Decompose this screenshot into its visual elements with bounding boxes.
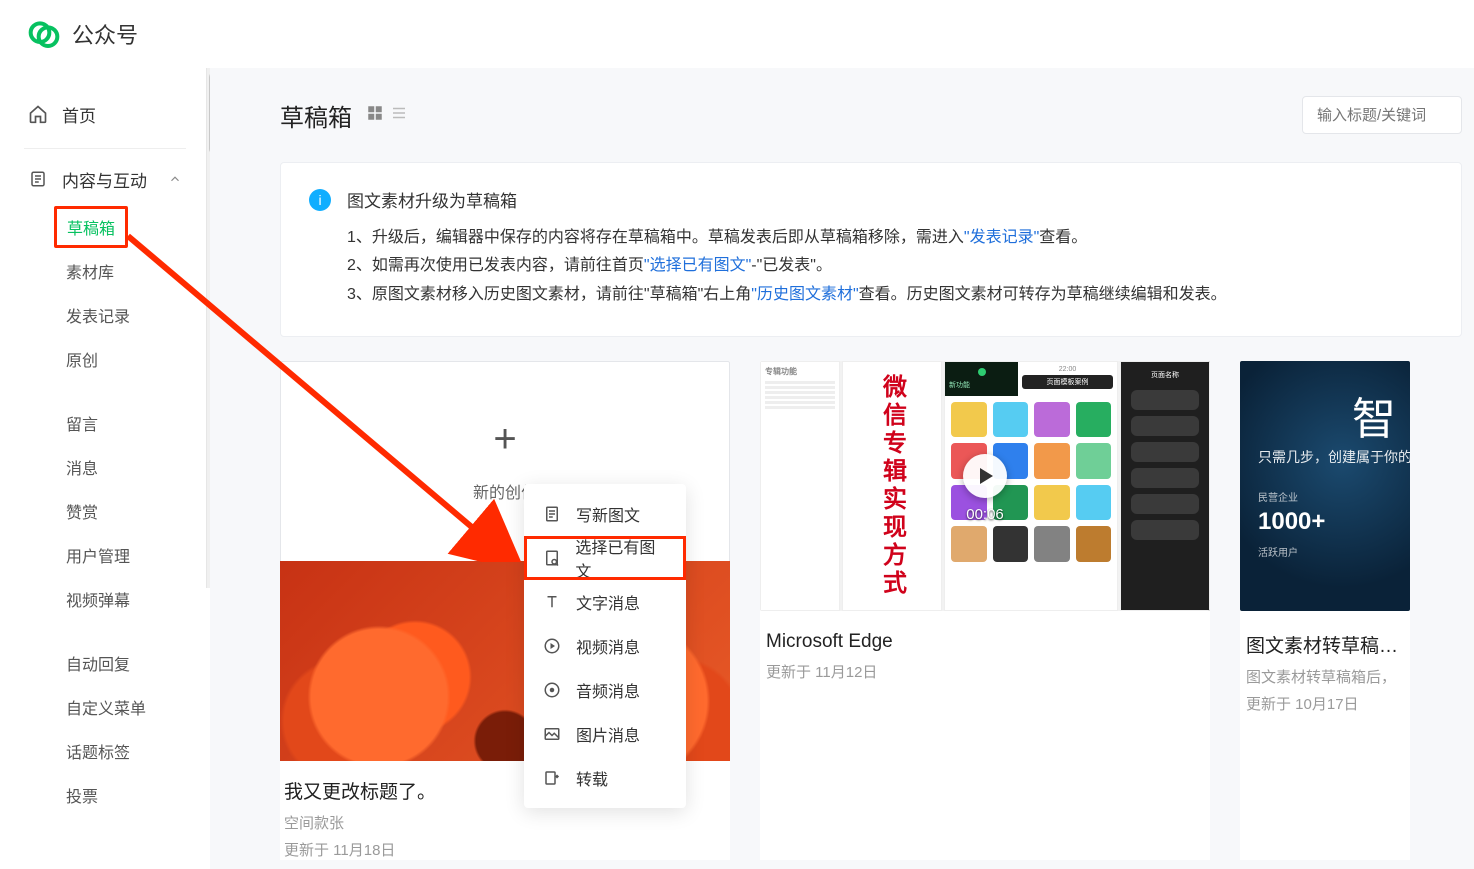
nav-section-content-label: 内容与互动 bbox=[62, 167, 147, 192]
audio-icon bbox=[542, 681, 562, 699]
menu-text-msg[interactable]: 文字消息 bbox=[524, 580, 686, 624]
video-duration: 00:06 bbox=[966, 506, 1004, 523]
draft1-subtitle: 空间款张 bbox=[284, 812, 726, 833]
nav-rewards-label: 赞赏 bbox=[66, 499, 98, 523]
nav-video-danmu-label: 视频弹幕 bbox=[66, 587, 130, 611]
nav-drafts[interactable]: 草稿箱 bbox=[0, 205, 210, 249]
nav-drafts-label: 草稿箱 bbox=[54, 206, 128, 248]
repost-icon bbox=[542, 769, 562, 787]
nav-topic-tags-label: 话题标签 bbox=[66, 739, 130, 763]
grid-view-icon[interactable] bbox=[366, 104, 384, 127]
article-icon bbox=[542, 505, 562, 523]
nav-vote[interactable]: 投票 bbox=[0, 773, 210, 817]
draft3-cover: 智 只需几步，创建属于你的公 民营企业 1000+ 活跃用户 bbox=[1240, 361, 1410, 611]
nav-materials[interactable]: 素材库 bbox=[0, 249, 210, 293]
link-publish-log[interactable]: "发表记录" bbox=[964, 229, 1039, 246]
nav-section-content[interactable]: 内容与互动 bbox=[0, 153, 210, 205]
menu-new-article[interactable]: 写新图文 bbox=[524, 492, 686, 536]
wechat-oa-logo-icon bbox=[28, 18, 60, 50]
play-icon[interactable] bbox=[963, 454, 1007, 498]
menu-audio-msg[interactable]: 音频消息 bbox=[524, 668, 686, 712]
draft2-time: 更新于 11月12日 bbox=[766, 661, 1204, 682]
nav-custom-menu[interactable]: 自定义菜单 bbox=[0, 685, 210, 729]
menu-image-msg-label: 图片消息 bbox=[576, 722, 640, 746]
video-icon bbox=[542, 637, 562, 655]
nav-user-mgmt[interactable]: 用户管理 bbox=[0, 533, 210, 577]
draft2-title: Microsoft Edge bbox=[766, 631, 1204, 653]
menu-audio-msg-label: 音频消息 bbox=[576, 678, 640, 702]
app-name: 公众号 bbox=[72, 18, 138, 50]
draft1-time: 更新于 11月18日 bbox=[284, 839, 726, 860]
search-input[interactable] bbox=[1317, 107, 1447, 124]
menu-pick-existing-label: 选择已有图文 bbox=[575, 534, 668, 582]
mock-red-text: 微信专辑实现方式 bbox=[875, 374, 910, 598]
card-draft-3[interactable]: 智 只需几步，创建属于你的公 民营企业 1000+ 活跃用户 图文素材转草稿箱后… bbox=[1240, 361, 1410, 860]
menu-video-msg-label: 视频消息 bbox=[576, 634, 640, 658]
draft3-stat: 1000+ bbox=[1258, 508, 1325, 536]
menu-text-msg-label: 文字消息 bbox=[576, 590, 640, 614]
draft3-subtitle: 图文素材转草稿箱后， bbox=[1246, 666, 1404, 687]
create-menu: 写新图文 选择已有图文 文字消息 视频消息 音频消息 图片消息 转载 bbox=[524, 484, 686, 808]
list-view-icon[interactable] bbox=[390, 104, 408, 127]
chevron-up-icon bbox=[168, 172, 182, 186]
menu-repost-label: 转载 bbox=[576, 766, 608, 790]
draft2-cover: 专辑功能 微信专辑实现方式 新功能 22:00 页面模板案例 bbox=[760, 361, 1210, 611]
nav-user-mgmt-label: 用户管理 bbox=[66, 543, 130, 567]
link-history-materials[interactable]: "历史图文素材" bbox=[751, 286, 858, 303]
nav-publish-log[interactable]: 发表记录 bbox=[0, 293, 210, 337]
nav-materials-label: 素材库 bbox=[66, 259, 114, 283]
plus-icon: + bbox=[493, 419, 516, 459]
nav-auto-reply-label: 自动回复 bbox=[66, 651, 130, 675]
card-draft-2[interactable]: 专辑功能 微信专辑实现方式 新功能 22:00 页面模板案例 bbox=[760, 361, 1210, 860]
home-icon bbox=[28, 104, 48, 124]
nav-custom-menu-label: 自定义菜单 bbox=[66, 695, 146, 719]
page-title: 草稿箱 bbox=[280, 98, 352, 133]
upgrade-notice: i 图文素材升级为草稿箱 1、升级后，编辑器中保存的内容将存在草稿箱中。草稿发表… bbox=[280, 162, 1462, 337]
draft3-title: 图文素材转草稿箱后 bbox=[1246, 631, 1404, 658]
nav-home[interactable]: 首页 bbox=[0, 88, 210, 140]
link-pick-existing[interactable]: "选择已有图文" bbox=[644, 257, 751, 274]
notice-title: 图文素材升级为草稿箱 bbox=[347, 187, 1227, 218]
text-icon bbox=[542, 593, 562, 611]
search-box[interactable] bbox=[1302, 96, 1462, 134]
nav-home-label: 首页 bbox=[62, 102, 96, 127]
nav-messages-label: 消息 bbox=[66, 455, 98, 479]
main: 草稿箱 i 图文素材升级为草稿箱 1、升级后，编辑器中保存的内 bbox=[210, 68, 1474, 869]
menu-image-msg[interactable]: 图片消息 bbox=[524, 712, 686, 756]
nav-auto-reply[interactable]: 自动回复 bbox=[0, 641, 210, 685]
draft3-time: 更新于 10月17日 bbox=[1246, 693, 1404, 714]
nav-comments[interactable]: 留言 bbox=[0, 401, 210, 445]
notice-line-3: 3、原图文素材移入历史图文素材，请前往"草稿箱"右上角"历史图文素材"查看。历史… bbox=[347, 281, 1227, 310]
topbar: 公众号 bbox=[0, 0, 1474, 68]
info-icon: i bbox=[309, 189, 331, 211]
view-toggle bbox=[366, 104, 408, 127]
nav-messages[interactable]: 消息 bbox=[0, 445, 210, 489]
content-icon bbox=[28, 169, 48, 189]
menu-new-article-label: 写新图文 bbox=[576, 502, 640, 526]
draft3-hero-char: 智 bbox=[1352, 383, 1396, 447]
nav-original[interactable]: 原创 bbox=[0, 337, 210, 381]
nav-topic-tags[interactable]: 话题标签 bbox=[0, 729, 210, 773]
sidebar: 首页 内容与互动 草稿箱 素材库 发表记录 原创 留言 消息 赞赏 用户管理 视… bbox=[0, 68, 210, 869]
nav-rewards[interactable]: 赞赏 bbox=[0, 489, 210, 533]
notice-line-2: 2、如需再次使用已发表内容，请前往首页"选择已有图文"-"已发表"。 bbox=[347, 252, 1227, 281]
nav-original-label: 原创 bbox=[66, 347, 98, 371]
draft3-hero-line: 只需几步，创建属于你的公 bbox=[1258, 447, 1410, 467]
logo[interactable]: 公众号 bbox=[28, 18, 138, 50]
menu-repost[interactable]: 转载 bbox=[524, 756, 686, 800]
nav-video-danmu[interactable]: 视频弹幕 bbox=[0, 577, 210, 621]
menu-pick-existing[interactable]: 选择已有图文 bbox=[524, 536, 686, 580]
menu-video-msg[interactable]: 视频消息 bbox=[524, 624, 686, 668]
article-search-icon bbox=[542, 549, 561, 567]
nav-vote-label: 投票 bbox=[66, 783, 98, 807]
nav-publish-log-label: 发表记录 bbox=[66, 303, 130, 327]
image-icon bbox=[542, 725, 562, 743]
nav-comments-label: 留言 bbox=[66, 411, 98, 435]
notice-line-1: 1、升级后，编辑器中保存的内容将存在草稿箱中。草稿发表后即从草稿箱移除，需进入"… bbox=[347, 224, 1227, 253]
